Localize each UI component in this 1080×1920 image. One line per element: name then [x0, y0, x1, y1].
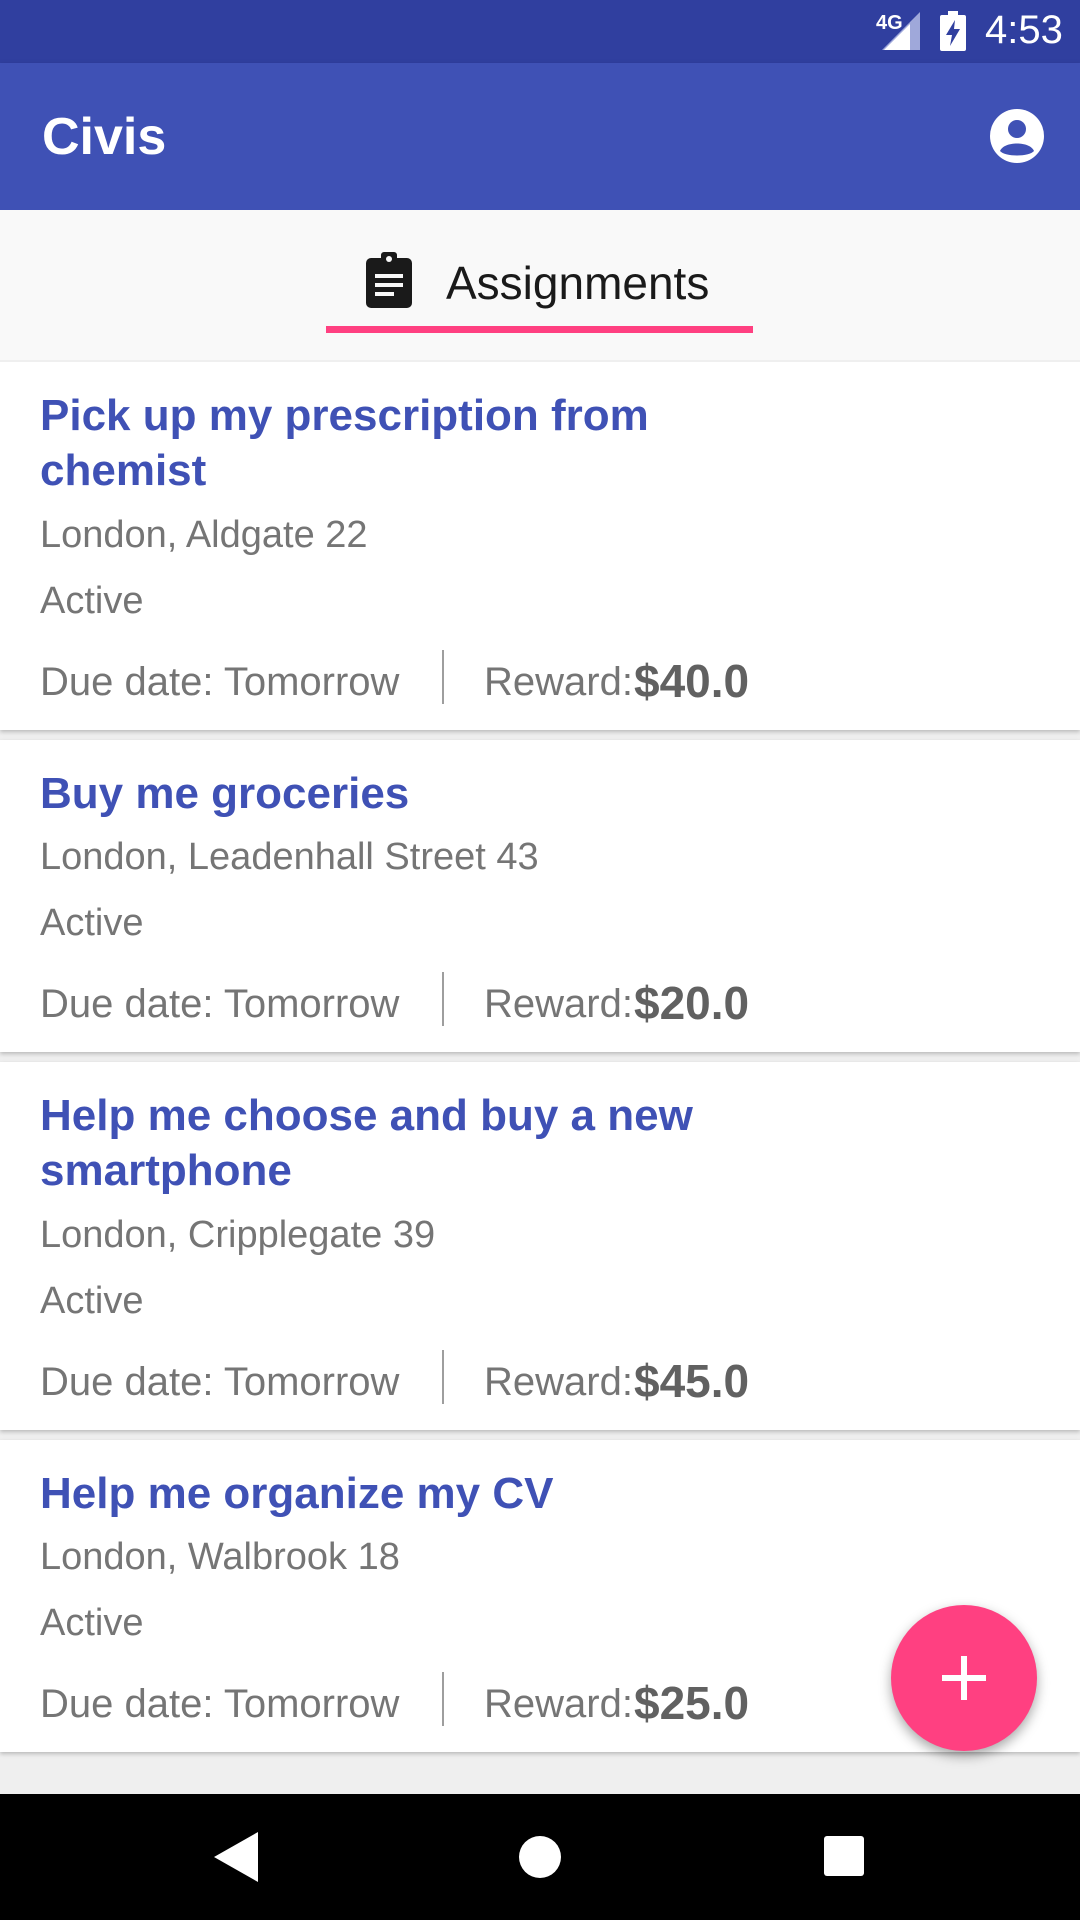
recent-apps-icon[interactable] — [824, 1836, 864, 1876]
card-divider — [442, 1672, 444, 1726]
assignment-due-date: Due date: Tomorrow — [40, 660, 400, 704]
clipboard-icon — [366, 252, 412, 308]
assignment-status: Active — [40, 1602, 144, 1644]
reward-value: $45.0 — [634, 1355, 750, 1407]
assignment-due-date: Due date: Tomorrow — [40, 1360, 400, 1404]
assignment-due-date: Due date: Tomorrow — [40, 982, 400, 1026]
assignment-status: Active — [40, 1280, 144, 1322]
tab-label: Assignments — [446, 257, 710, 309]
account-circle-icon[interactable] — [988, 107, 1046, 165]
assignment-due-date: Due date: Tomorrow — [40, 1682, 400, 1726]
reward-value: $40.0 — [634, 655, 750, 707]
plus-icon — [942, 1656, 986, 1700]
home-icon[interactable] — [518, 1835, 562, 1879]
status-time: 4:53 — [985, 8, 1063, 52]
tab-indicator — [326, 326, 753, 333]
assignment-status: Active — [40, 902, 144, 944]
card-divider — [442, 972, 444, 1026]
assignment-card[interactable]: Help me choose and buy a new smartphone … — [0, 1062, 1080, 1430]
assignment-title: Help me choose and buy a new smartphone — [40, 1091, 693, 1195]
assignment-title: Buy me groceries — [40, 769, 410, 818]
status-bar: 4G 4:53 — [0, 0, 1080, 63]
app-title: Civis — [42, 108, 167, 166]
reward-label: Reward: — [484, 982, 633, 1026]
assignment-address: London, Cripplegate 39 — [40, 1214, 436, 1256]
reward-value: $20.0 — [634, 977, 750, 1029]
tab-bar: Assignments — [0, 210, 1080, 360]
card-divider — [442, 650, 444, 704]
reward-label: Reward: — [484, 1682, 633, 1726]
navigation-bar — [0, 1794, 1080, 1920]
assignment-status: Active — [40, 580, 144, 622]
back-icon[interactable] — [214, 1832, 258, 1882]
assignment-address: London, Walbrook 18 — [40, 1536, 400, 1578]
assignment-address: London, Leadenhall Street 43 — [40, 836, 539, 878]
assignment-title: Help me organize my CV — [40, 1469, 554, 1518]
reward-label: Reward: — [484, 1360, 633, 1404]
add-assignment-button[interactable] — [891, 1605, 1037, 1751]
reward-label: Reward: — [484, 660, 633, 704]
reward-value: $25.0 — [634, 1677, 750, 1729]
app-bar: Civis — [0, 63, 1080, 210]
tab-assignments[interactable]: Assignments — [326, 210, 753, 336]
battery-charging-icon — [940, 11, 966, 51]
assignment-card[interactable]: Pick up my prescription from chemist Lon… — [0, 362, 1080, 730]
signal-icon — [882, 12, 920, 50]
card-divider — [442, 1350, 444, 1404]
screen: 4G 4:53 Civis Assignments Pick up my pre… — [0, 0, 1080, 1920]
assignment-list: Pick up my prescription from chemist Lon… — [0, 362, 1080, 1794]
assignment-card[interactable]: Buy me groceries London, Leadenhall Stre… — [0, 740, 1080, 1052]
assignment-title: Pick up my prescription from chemist — [40, 391, 649, 495]
assignment-address: London, Aldgate 22 — [40, 514, 368, 556]
